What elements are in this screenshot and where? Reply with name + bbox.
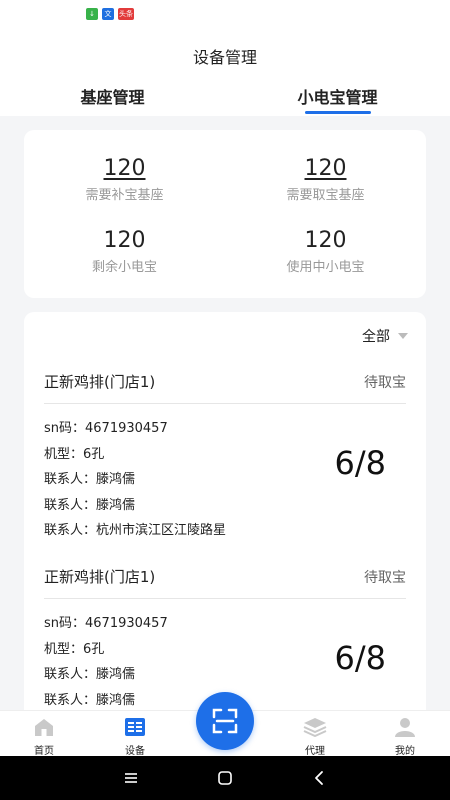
- stat-in-use: 120 使用中小电宝: [225, 228, 426, 275]
- user-icon: [395, 718, 415, 737]
- home-square-icon[interactable]: [213, 766, 237, 790]
- nav-home-label: 首页: [34, 746, 54, 757]
- chevron-down-icon: [398, 333, 408, 339]
- stat-value: 120: [304, 156, 347, 181]
- news-app-icon: 头条: [118, 8, 134, 20]
- sn-code: sn码：4671930457: [44, 421, 168, 436]
- stat-label: 需要取宝基座: [286, 188, 365, 203]
- device-details: sn码：4671930457 机型：6孔 联系人：滕鸿儒 联系人：滕鸿儒 联系人…: [44, 404, 406, 544]
- status-icons: ↓ 文 头条: [86, 8, 134, 20]
- list-item-header: 正新鸡排(门店1) 待取宝: [44, 555, 406, 599]
- download-icon: ↓: [86, 8, 98, 20]
- stat-need-pickup[interactable]: 120 需要取宝基座: [225, 156, 426, 203]
- stats-card: 120 需要补宝基座 120 需要取宝基座 120 剩余小电宝 120 使用中小…: [24, 130, 426, 298]
- stat-remaining: 120 剩余小电宝: [24, 228, 225, 275]
- slot-ratio: 6/8: [334, 444, 387, 482]
- list-item[interactable]: 正新鸡排(门店1) 待取宝 sn码：4671930457 机型：6孔 联系人：滕…: [44, 555, 406, 713]
- nav-device[interactable]: 设备: [105, 717, 165, 757]
- stat-value: 120: [304, 228, 347, 253]
- stat-value: 120: [103, 228, 146, 253]
- stat-label: 使用中小电宝: [286, 260, 365, 275]
- sn-code: sn码：4671930457: [44, 616, 168, 631]
- list-item[interactable]: 正新鸡排(门店1) 待取宝 sn码：4671930457 机型：6孔 联系人：滕…: [44, 360, 406, 544]
- status-text: 待取宝: [364, 569, 406, 586]
- device-list-icon: [125, 718, 145, 736]
- slot-ratio: 6/8: [334, 639, 387, 677]
- layers-icon: [303, 718, 327, 738]
- store-name: 正新鸡排(门店1): [44, 373, 156, 391]
- stat-value: 120: [103, 156, 146, 181]
- contact: 联系人：滕鸿儒: [44, 497, 136, 513]
- translate-icon: 文: [102, 8, 114, 20]
- stat-need-refill[interactable]: 120 需要补宝基座: [24, 156, 225, 203]
- system-nav-bar: [0, 756, 450, 800]
- tab-base-management[interactable]: 基座管理: [0, 80, 225, 116]
- nav-home[interactable]: 首页: [14, 717, 74, 757]
- header: 设备管理 基座管理 小电宝管理: [0, 30, 450, 116]
- stat-label: 需要补宝基座: [85, 188, 164, 203]
- list-item-header: 正新鸡排(门店1) 待取宝: [44, 360, 406, 404]
- menu-icon[interactable]: [119, 766, 143, 790]
- tab-power-bank-management[interactable]: 小电宝管理: [225, 80, 450, 116]
- device-list: 全部 正新鸡排(门店1) 待取宝 sn码：4671930457 机型：6孔 联系…: [24, 312, 426, 732]
- back-icon[interactable]: [307, 766, 331, 790]
- page-title: 设备管理: [192, 48, 257, 67]
- stat-label: 剩余小电宝: [91, 260, 157, 275]
- nav-mine[interactable]: 我的: [375, 717, 435, 757]
- tab-bar: 基座管理 小电宝管理: [0, 80, 450, 116]
- nav-agent-label: 代理: [305, 746, 325, 757]
- nav-mine-label: 我的: [395, 746, 415, 757]
- filter-label: 全部: [362, 329, 390, 345]
- store-name: 正新鸡排(门店1): [44, 568, 156, 586]
- nav-agent[interactable]: 代理: [285, 717, 345, 757]
- status-bar: ↓ 文 头条: [0, 0, 450, 30]
- scan-button[interactable]: [196, 692, 254, 750]
- filter-dropdown[interactable]: 全部: [362, 326, 408, 346]
- home-icon: [35, 719, 53, 736]
- status-text: 待取宝: [364, 374, 406, 391]
- contact-address: 联系人：杭州市滨江区江陵路星: [44, 523, 227, 538]
- scan-icon: [212, 708, 238, 734]
- nav-device-label: 设备: [125, 746, 145, 757]
